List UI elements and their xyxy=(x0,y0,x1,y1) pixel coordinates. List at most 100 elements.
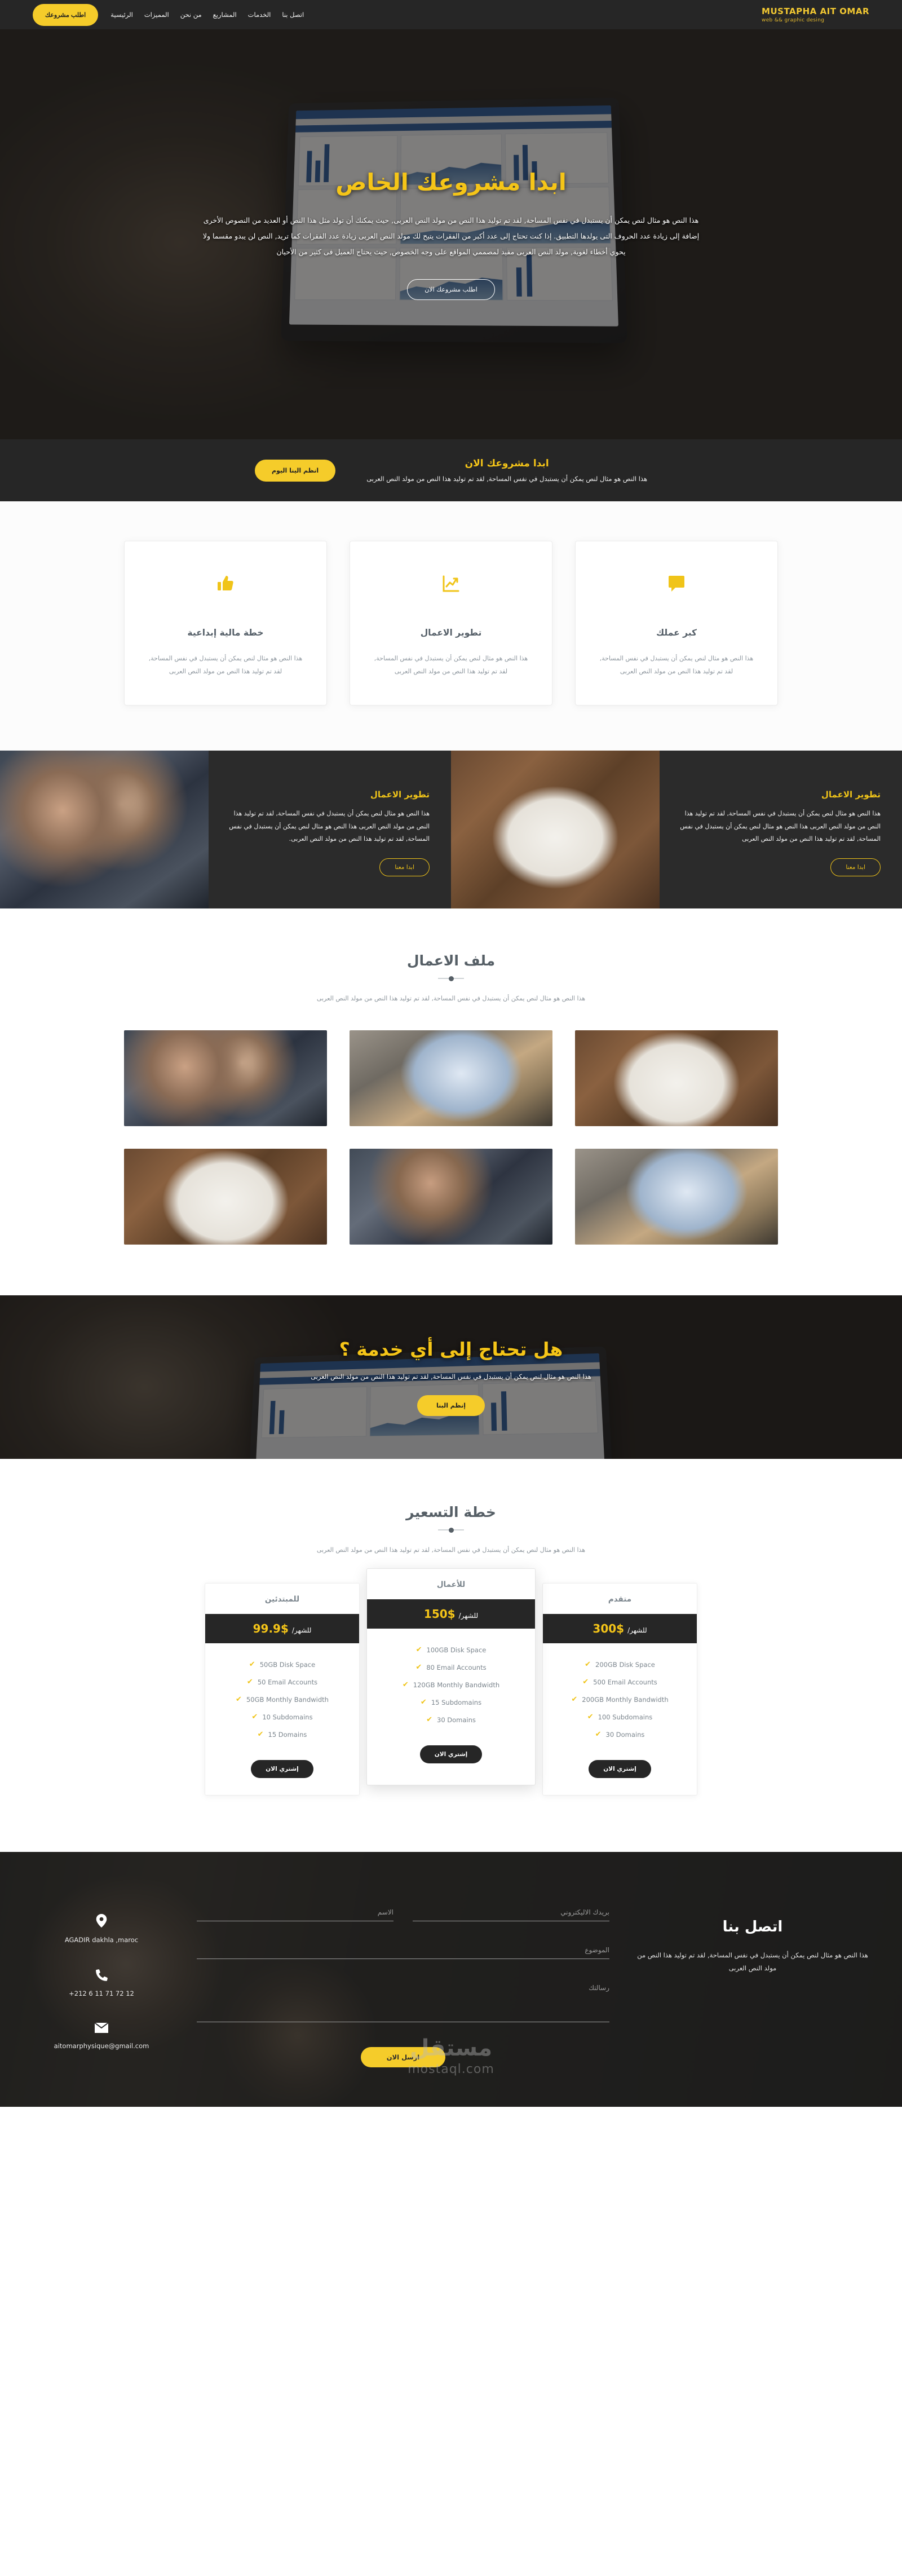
thumbs-up-icon xyxy=(144,574,307,596)
portfolio-section: ملف الاعمال هذا النص هو مثال لنص يمكن أن… xyxy=(0,908,902,1295)
nav-item-contact[interactable]: اتصل بنا xyxy=(282,11,304,19)
pricing-card-business[interactable]: للأعمال للشهر/ 150$ ✔ 100GB Disk Space ✔ 8… xyxy=(366,1568,536,1785)
buy-now-button[interactable]: إشتري الان xyxy=(420,1745,482,1763)
landing-page: MUSTAPHA AIT OMAR web && graphic desing … xyxy=(0,0,902,2107)
check-icon: ✔ xyxy=(258,1730,264,1739)
nav-item-projects[interactable]: المشاريع xyxy=(213,11,237,19)
cta-band-subtitle: هذا النص هو مثال لنص يمكن أن يستبدل في ن… xyxy=(366,475,647,483)
service-join-button[interactable]: إنظم البنا xyxy=(417,1395,485,1416)
plan-feature-item: ✔ 100GB Disk Space xyxy=(376,1646,526,1654)
plan-features: ✔ 100GB Disk Space ✔ 80 Email Accounts ✔ 12… xyxy=(367,1629,535,1724)
pricing-card-advanced[interactable]: متقدم للشهر/ 300$ ✔ 200GB Disk Space ✔ 500… xyxy=(542,1583,697,1796)
plan-feature-label: 80 Email Accounts xyxy=(426,1664,486,1671)
message-field[interactable] xyxy=(197,1982,609,2022)
feature-card-text: هذا النص هو مثال لنص يمكن أن يستبدل في ن… xyxy=(144,652,307,678)
portfolio-item-handshake[interactable] xyxy=(350,1149,552,1245)
feature-card-text: هذا النص هو مثال لنص يمكن أن يستبدل في ن… xyxy=(369,652,533,678)
plan-feature-item: ✔ 30 Domains xyxy=(552,1730,688,1739)
portfolio-item-laptop-dashboard[interactable] xyxy=(350,1030,552,1126)
contact-form-row xyxy=(197,1906,609,1944)
chart-growth-icon xyxy=(369,574,533,596)
check-icon: ✔ xyxy=(571,1695,577,1704)
plan-feature-item: ✔ 50 Email Accounts xyxy=(214,1678,350,1686)
plan-feature-item: ✔ 500 Email Accounts xyxy=(552,1678,688,1686)
hero-section: ابدا مشروعك الخاص هذا النص هو مثال لنص ي… xyxy=(0,29,902,439)
send-button-wrap: ارسل الان xyxy=(197,2047,609,2067)
contact-info-address: AGADIR dakhla ,maroc xyxy=(31,1914,172,1944)
check-icon: ✔ xyxy=(587,1713,594,1721)
check-icon: ✔ xyxy=(426,1715,432,1724)
plan-feature-item: ✔ 50GB Monthly Bandwidth xyxy=(214,1695,350,1704)
nav-item-services[interactable]: الخدمات xyxy=(248,11,271,19)
hero-title: ابدا مشروعك الخاص xyxy=(335,169,567,196)
feature-card-title: كبر عملك xyxy=(595,628,758,638)
plan-feature-label: 10 Subdomains xyxy=(262,1713,312,1721)
cta-band-text: ابدا مشروعك الان هذا النص هو مثال لنص يم… xyxy=(366,458,647,483)
split-block-text: هذا النص هو مثال لنص يمكن أن يستبدل في ن… xyxy=(676,808,881,846)
service-cta-content: هل تحتاج إلى أي خدمة ؟ هذا النص هو مثال … xyxy=(0,1295,902,1459)
send-message-button[interactable]: ارسل الان xyxy=(361,2047,445,2067)
portfolio-item-desk-planning[interactable] xyxy=(575,1030,778,1126)
plan-name: للأعمال xyxy=(367,1569,535,1599)
hero-content: ابدا مشروعك الخاص هذا النص هو مثال لنص ي… xyxy=(0,29,902,439)
plan-feature-label: 15 Domains xyxy=(268,1731,307,1739)
plan-feature-label: 50GB Disk Space xyxy=(260,1661,316,1669)
pricing-card-starter[interactable]: للمبتدئين للشهر/ 99.9$ ✔ 50GB Disk Space … xyxy=(205,1583,360,1796)
plan-feature-label: 100 Subdomains xyxy=(598,1713,653,1721)
request-project-button[interactable]: اطلب مشروعك xyxy=(33,4,98,26)
nav-item-about[interactable]: من نحن xyxy=(180,11,202,19)
plan-feature-label: 30 Domains xyxy=(606,1731,645,1739)
brand-tagline: web && graphic desing xyxy=(762,17,869,23)
check-icon: ✔ xyxy=(582,1678,589,1686)
start-with-us-button[interactable]: ابدا معنا xyxy=(830,858,881,876)
cta-band: ابدا مشروعك الان هذا النص هو مثال لنص يم… xyxy=(0,439,902,501)
check-icon: ✔ xyxy=(247,1678,253,1686)
nav-item-home[interactable]: الرئيسية xyxy=(110,11,133,19)
split-block-text: هذا النص هو مثال لنص يمكن أن يستبدل في ن… xyxy=(226,808,430,846)
pricing-subtitle: هذا النص هو مثال لنص يمكن أن يستبدل في ن… xyxy=(0,1546,902,1554)
name-field[interactable] xyxy=(197,1906,393,1921)
nav-right-group: اتصل بنا الخدمات المشاريع من نحن المميزا… xyxy=(33,4,304,26)
portfolio-title: ملف الاعمال xyxy=(0,952,902,969)
brand-name: MUSTAPHA AIT OMAR xyxy=(762,6,869,16)
title-dot xyxy=(449,976,454,981)
plan-feature-label: 30 Domains xyxy=(437,1716,476,1724)
service-cta-title: هل تحتاج إلى أي خدمة ؟ xyxy=(339,1338,563,1360)
check-icon: ✔ xyxy=(585,1660,591,1669)
plan-feature-label: 200GB Monthly Bandwidth xyxy=(582,1696,668,1704)
check-icon: ✔ xyxy=(403,1680,409,1689)
portfolio-item-laptop-dashboard[interactable] xyxy=(575,1149,778,1245)
pricing-section: خطة التسعير هذا النص هو مثال لنص يمكن أن… xyxy=(0,1459,902,1852)
email-field[interactable] xyxy=(413,1906,609,1921)
service-cta-section: هل تحتاج إلى أي خدمة ؟ هذا النص هو مثال … xyxy=(0,1295,902,1459)
feature-card-title: تطوير الاعمال xyxy=(369,628,533,638)
nav-item-features[interactable]: المميزات xyxy=(144,11,169,19)
portfolio-item-desk-planning[interactable] xyxy=(124,1149,327,1245)
join-us-button[interactable]: انظم الينا اليوم xyxy=(255,460,335,482)
check-icon: ✔ xyxy=(416,1646,422,1654)
plan-feature-item: ✔ 15 Domains xyxy=(214,1730,350,1739)
top-navigation-bar: MUSTAPHA AIT OMAR web && graphic desing … xyxy=(0,0,902,29)
brand-logo[interactable]: MUSTAPHA AIT OMAR web && graphic desing xyxy=(762,6,869,23)
portfolio-item-handshake[interactable] xyxy=(124,1030,327,1126)
cta-band-title: ابدا مشروعك الان xyxy=(366,458,647,469)
buy-now-button[interactable]: إشتري الان xyxy=(251,1760,313,1778)
start-with-us-button[interactable]: ابدا معنا xyxy=(379,858,430,876)
subject-field-wrap xyxy=(197,1944,609,1959)
hero-cta-button[interactable]: اطلب مشروعك الان xyxy=(407,279,495,300)
plan-feature-label: 120GB Monthly Bandwidth xyxy=(413,1681,499,1689)
features-section: كبر عملك هذا النص هو مثال لنص يمكن أن يس… xyxy=(0,501,902,751)
plan-feature-item: ✔ 30 Domains xyxy=(376,1715,526,1724)
subject-field[interactable] xyxy=(197,1944,609,1959)
contact-info-phone: +212 6 11 71 72 12 xyxy=(31,1969,172,1997)
split-block-body: تطوير الاعمال هذا النص هو مثال لنص يمكن … xyxy=(660,751,902,908)
plan-name: متقدم xyxy=(543,1583,697,1614)
feature-card-creative-financial-plan[interactable]: خطة مالية إبداعية هذا النص هو مثال لنص ي… xyxy=(124,541,327,705)
plan-feature-label: 500 Email Accounts xyxy=(593,1678,657,1686)
split-block-body: تطوير الاعمال هذا النص هو مثال لنص يمكن … xyxy=(209,751,451,908)
buy-now-button[interactable]: إشتري الان xyxy=(589,1760,651,1778)
feature-card-business-development[interactable]: تطوير الاعمال هذا النص هو مثال لنص يمكن … xyxy=(350,541,552,705)
plan-amount: 99.9$ xyxy=(253,1622,289,1635)
handshake-photo xyxy=(0,751,209,908)
feature-card-grow-business[interactable]: كبر عملك هذا النص هو مثال لنص يمكن أن يس… xyxy=(575,541,778,705)
